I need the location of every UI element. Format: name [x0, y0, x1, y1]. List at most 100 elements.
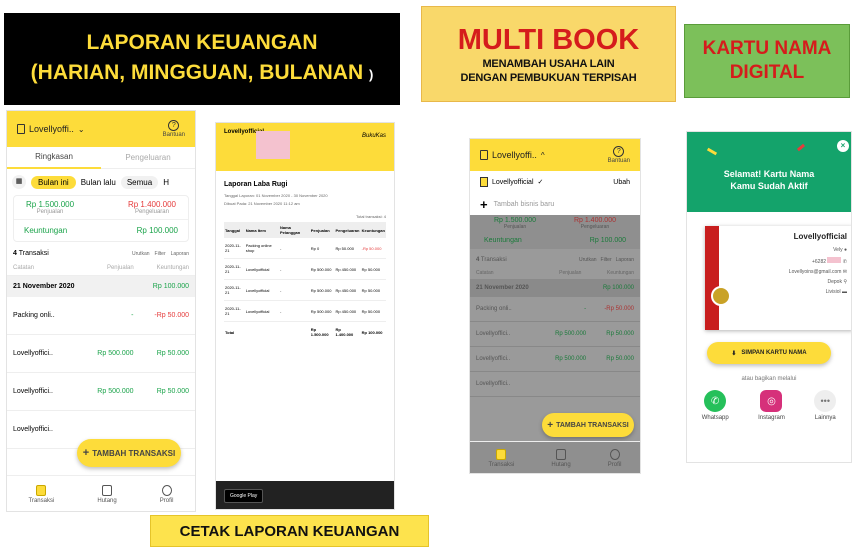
chevron-up-icon[interactable]: ^: [541, 151, 545, 160]
tx-row[interactable]: Packing onli.. - -Rp 50.000: [470, 297, 640, 322]
nav-hutang[interactable]: Hutang: [97, 484, 117, 504]
nav-profil[interactable]: Profil: [160, 484, 173, 504]
tx-row[interactable]: Lovellyoffici..: [470, 372, 640, 397]
tx-row[interactable]: Lovellyoffici.. Rp 500.000 Rp 50.000: [7, 373, 195, 411]
pdf-cell: -: [279, 238, 310, 259]
sort-button[interactable]: Urutkan: [132, 251, 150, 257]
phone-report-summary: Lovellyoffi.. ⌄ ? Bantuan Ringkasan Peng…: [6, 110, 196, 512]
question-icon: ?: [168, 120, 180, 131]
tx-profit: Rp 50.000: [606, 331, 634, 337]
tx-row[interactable]: Lovellyoffici.. Rp 500.000 Rp 50.000: [470, 322, 640, 347]
filter-bulan-lalu[interactable]: Bulan lalu: [81, 178, 116, 187]
period-filters: ▦ Bulan ini Bulan lalu Semua H: [7, 169, 195, 195]
filter-h[interactable]: H: [163, 178, 169, 187]
phone-multi-book: Lovellyoffi.. ^ ? Bantuan Lovellyofficia…: [469, 138, 641, 474]
share-instagram[interactable]: ◎ Instagram: [758, 390, 785, 421]
book-item-name: Lovellyofficial: [492, 178, 534, 186]
chevron-down-icon[interactable]: ⌄: [78, 125, 85, 134]
pdf-row: 2020-11-21 Packing online shop - Rp 0 Rp 50.…: [224, 238, 386, 259]
book-item-row[interactable]: Lovellyofficial ✓ Ubah: [470, 171, 640, 193]
tx-profit: Rp 50.000: [156, 388, 189, 395]
report-button[interactable]: Laporan: [171, 251, 189, 257]
business-card: Lovellyofficial Vely ● +6282 ✆ Lovellyoi…: [705, 226, 851, 330]
close-icon[interactable]: ×: [837, 140, 849, 152]
tx-row[interactable]: Packing onli.. - -Rp 50.000: [7, 297, 195, 335]
tx-note: Lovellyoffici..: [13, 350, 53, 357]
sort-button[interactable]: Urutkan: [579, 257, 597, 263]
tx-sale: -: [584, 306, 587, 312]
bottom-nav: Transaksi Hutang Profil: [7, 475, 195, 511]
tx-count: 4: [13, 250, 17, 257]
debt-book-icon: [102, 484, 113, 496]
city: Depok: [827, 279, 842, 285]
tx-sale: Rp 500.000: [97, 388, 134, 395]
tx-row[interactable]: Lovellyoffici.. Rp 500.000 Rp 50.000: [470, 347, 640, 372]
filter-semua[interactable]: Semua: [120, 175, 159, 189]
pdf-row: 2020-11-21 Lovellyofficial - Rp 500.000 Rp 4…: [224, 279, 386, 301]
tx-profit: -Rp 50.000: [604, 306, 634, 312]
promo-collage: LAPORAN KEUANGAN (HARIAN, MINGGUAN, BULA…: [0, 0, 852, 550]
tx-note: Packing onli..: [13, 312, 55, 319]
add-book-row[interactable]: + Tambah bisnis baru: [470, 193, 640, 215]
summary-card: Rp 1.500.000 Penjualan Rp 1.400.000 Peng…: [13, 195, 189, 242]
instagram-icon: ◎: [760, 390, 783, 412]
col-penjualan: Penjualan: [559, 270, 582, 276]
pdf-title: Laporan Laba Rugi: [224, 181, 288, 188]
laporan-title: LAPORAN KEUANGAN: [86, 31, 318, 54]
receipt-icon: [496, 448, 507, 460]
more-icon: •••: [814, 390, 837, 412]
book-icon: [480, 177, 488, 187]
tx-sale: Rp 500.000: [97, 350, 134, 357]
redacted-block: [256, 131, 290, 159]
pdf-total-row: Total Rp 1.500.000 Rp 1.400.000 Rp 100.000: [224, 322, 386, 343]
filter-button[interactable]: Filter: [601, 257, 612, 263]
social-handle: Livisiol: [825, 289, 841, 295]
nav-transaksi[interactable]: Transaksi: [489, 448, 514, 468]
calendar-icon[interactable]: ▦: [12, 175, 26, 189]
add-transaction-button[interactable]: + TAMBAH TRANSAKSI: [77, 439, 181, 467]
col-keuntungan: Keuntungan: [156, 265, 189, 271]
laporan-subtitle: (HARIAN, MINGGUAN, BULANAN ): [30, 61, 374, 84]
pdf-cell: Rp 50.000: [360, 258, 386, 280]
edit-book-button[interactable]: Ubah: [613, 179, 630, 186]
pdf-col-header: Nama Item: [244, 222, 279, 238]
nav-hutang[interactable]: Hutang: [551, 448, 571, 468]
business-selector[interactable]: Lovellyoffi..: [492, 150, 537, 160]
phone-business-card: × Selamat! Kartu Nama Kamu Sudah Aktif L…: [686, 131, 852, 463]
report-button[interactable]: Laporan: [616, 257, 634, 263]
tab-ringkasan[interactable]: Ringkasan: [7, 147, 101, 169]
filter-bulan-ini[interactable]: Bulan ini: [31, 175, 76, 189]
person-icon: ●: [843, 247, 847, 253]
pdf-cell: -: [279, 258, 310, 280]
tx-row[interactable]: Lovellyoffici.. Rp 500.000 Rp 50.000: [7, 335, 195, 373]
nav-profil[interactable]: Profil: [608, 448, 621, 468]
download-icon: ⬇: [731, 350, 737, 357]
tx-sale: Rp 500.000: [555, 356, 587, 362]
app-header: Lovellyoffi.. ⌄ ? Bantuan: [7, 111, 195, 147]
tx-note: Lovellyoffici..: [476, 356, 511, 362]
share-whatsapp[interactable]: ✆ Whatsapp: [702, 390, 729, 421]
nav-transaksi[interactable]: Transaksi: [29, 484, 54, 504]
fab-label: TAMBAH TRANSAKSI: [556, 421, 629, 429]
expense-value: Rp 1.400.000: [127, 200, 176, 209]
save-card-button[interactable]: ⬇ SIMPAN KARTU NAMA: [707, 342, 831, 364]
income-label: Penjualan: [503, 224, 527, 230]
business-selector[interactable]: Lovellyoffi..: [29, 124, 74, 134]
tx-toolbar: 4 Transaksi Urutkan Filter Laporan: [7, 242, 195, 261]
help-button[interactable]: ? Bantuan: [163, 120, 185, 138]
multibook-line2: DENGAN PEMBUKUAN TERPISAH: [460, 72, 637, 84]
help-button[interactable]: ? Bantuan: [608, 146, 630, 164]
pdf-cell: -: [279, 279, 310, 301]
save-card-label: SIMPAN KARTU NAMA: [741, 350, 807, 356]
income-value: Rp 1.500.000: [26, 200, 75, 209]
tab-pengeluaran[interactable]: Pengeluaran: [101, 153, 195, 162]
tx-sale: -: [131, 312, 134, 319]
redacted-block: [827, 257, 842, 263]
pdf-header-row: Tanggal Nama Item Nama Pelanggan Penjualan P…: [224, 222, 386, 238]
date-label: 21 November 2020: [13, 283, 75, 290]
add-transaction-button[interactable]: + TAMBAH TRANSAKSI: [542, 413, 634, 437]
expense-value: Rp 1.400.000: [573, 217, 616, 224]
share-more[interactable]: ••• Lainnya: [814, 390, 837, 421]
success-line1: Selamat! Kartu Nama: [723, 169, 815, 179]
filter-button[interactable]: Filter: [155, 251, 166, 257]
